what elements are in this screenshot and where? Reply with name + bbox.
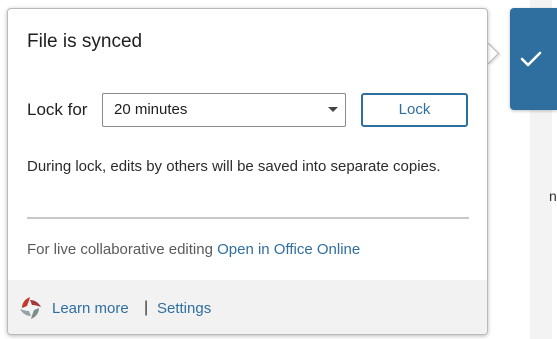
footer-separator: |: [144, 299, 149, 316]
background-text-fragment: n: [549, 188, 557, 204]
lock-duration-select[interactable]: 20 minutes: [102, 93, 346, 127]
divider: [27, 217, 469, 219]
lock-description: During lock, edits by others will be sav…: [27, 158, 441, 175]
screen: n File is synced Lock for 20 minutes Loc…: [0, 0, 557, 339]
lock-duration-value: 20 minutes: [114, 101, 188, 118]
collab-prefix: For live collaborative editing: [27, 241, 218, 258]
office-logo-icon: [20, 297, 41, 319]
popup-title: File is synced: [27, 31, 143, 52]
popup-footer: Learn more | Settings: [8, 280, 487, 334]
settings-link[interactable]: Settings: [157, 300, 211, 317]
checkmark-icon: [520, 51, 541, 67]
sync-status-tab[interactable]: [510, 8, 557, 110]
chevron-down-icon: [328, 107, 338, 112]
open-in-office-online-link[interactable]: Open in Office Online: [217, 241, 360, 258]
collab-editing-text: For live collaborative editing Open in O…: [27, 241, 360, 258]
lock-button[interactable]: Lock: [361, 93, 468, 127]
sync-popup: File is synced Lock for 20 minutes Lock …: [7, 8, 488, 335]
lock-for-label: Lock for: [27, 100, 88, 119]
learn-more-link[interactable]: Learn more: [52, 300, 129, 317]
